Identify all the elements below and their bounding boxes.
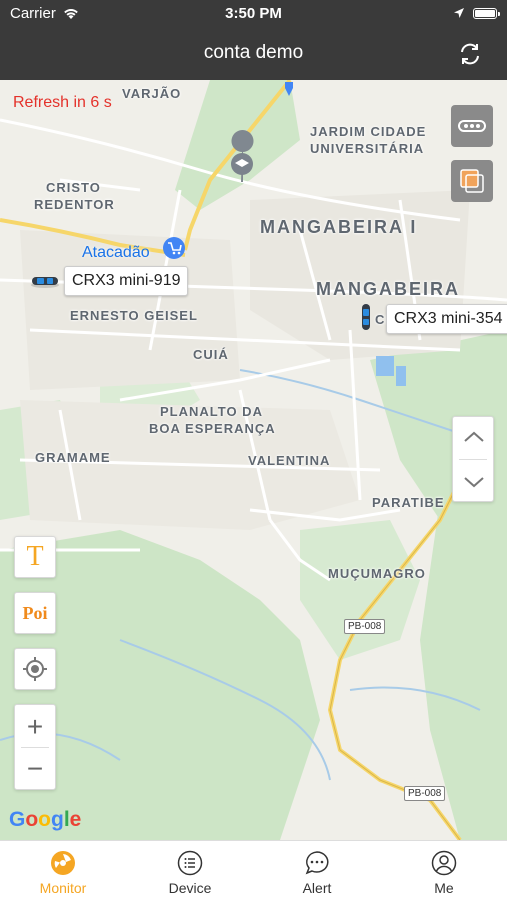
page-title: conta demo	[203, 42, 304, 63]
place-planalto-1: PLANALTO DA	[160, 404, 263, 419]
tab-me[interactable]: Me	[381, 841, 507, 901]
google-logo: Google	[9, 808, 81, 832]
place-ernesto-geisel: ERNESTO GEISEL	[70, 308, 198, 323]
tab-label: Device	[168, 880, 212, 896]
chevron-up-icon[interactable]	[453, 417, 495, 459]
map-layer-button[interactable]	[451, 160, 493, 202]
tab-label: Me	[434, 880, 454, 896]
more-button[interactable]	[451, 105, 493, 147]
place-planalto-2: BOA ESPERANÇA	[149, 421, 276, 436]
device-label-2[interactable]: CRX3 mini-354	[386, 304, 507, 334]
tab-label: Monitor	[39, 880, 87, 896]
logo-letter: G	[9, 808, 26, 831]
place-cristo-1: CRISTO	[46, 180, 101, 195]
place-mangabeira-i: MANGABEIRA I	[260, 217, 418, 237]
tab-label: Alert	[302, 880, 332, 896]
location-arrow-icon	[454, 8, 464, 18]
zoom-control: + −	[14, 704, 56, 790]
car-icon[interactable]	[29, 273, 61, 289]
vertical-pager	[452, 416, 494, 502]
more-dots-icon	[458, 120, 486, 132]
device-list-icon	[177, 850, 203, 876]
logo-letter: g	[51, 808, 64, 831]
text-toggle-button[interactable]: T	[14, 536, 56, 578]
logo-letter: e	[69, 808, 82, 831]
tab-alert[interactable]: Alert	[254, 841, 380, 901]
text-icon: T	[26, 541, 44, 572]
map-view[interactable]: Refresh in 6 s VARJÃO JARDIM CIDADE UNIV…	[0, 80, 507, 840]
poi-button[interactable]: Poi	[14, 592, 56, 634]
battery-icon	[473, 8, 500, 19]
car-icon[interactable]	[358, 302, 374, 334]
place-mucumagro: MUÇUMAGRO	[328, 566, 426, 581]
refresh-icon[interactable]	[457, 41, 483, 67]
place-paratibe: PARATIBE	[372, 495, 445, 510]
tab-bar: Monitor Device Alert Me	[0, 840, 507, 900]
road-tag: PB-008	[404, 786, 446, 801]
shop-label: Atacadão	[82, 244, 150, 261]
place-jardim-1: JARDIM CIDADE	[310, 124, 427, 139]
place-varjao: VARJÃO	[122, 86, 182, 101]
layers-icon	[460, 169, 484, 193]
zoom-in-button[interactable]: +	[15, 707, 55, 747]
clock: 3:50 PM	[225, 5, 282, 22]
alert-chat-icon	[305, 851, 329, 875]
refresh-countdown: Refresh in 6 s	[13, 94, 112, 111]
logo-letter: o	[25, 808, 39, 831]
nav-bar: conta demo	[0, 28, 507, 80]
place-cuia: CUIÁ	[193, 347, 229, 362]
status-bar: Carrier 3:50 PM	[0, 0, 507, 28]
profile-icon	[431, 850, 457, 876]
place-mangabeira: MANGABEIRA	[316, 279, 460, 299]
chevron-down-icon[interactable]	[453, 460, 495, 502]
device-label-1[interactable]: CRX3 mini-919	[64, 266, 189, 296]
place-jardim-2: UNIVERSITÁRIA	[310, 141, 425, 156]
divider	[21, 747, 49, 748]
poi-icon: Poi	[22, 603, 48, 623]
place-valentina: VALENTINA	[248, 453, 331, 468]
place-cristo-2: REDENTOR	[34, 197, 115, 212]
monitor-icon	[51, 851, 75, 875]
place-gramame: GRAMAME	[35, 450, 111, 465]
locate-target-icon	[23, 657, 47, 681]
zoom-out-button[interactable]: −	[15, 749, 55, 789]
locate-button[interactable]	[14, 648, 56, 690]
logo-letter: o	[38, 808, 51, 831]
tab-device[interactable]: Device	[127, 841, 253, 901]
road-tag: PB-008	[344, 619, 386, 634]
tab-monitor[interactable]: Monitor	[0, 841, 126, 901]
